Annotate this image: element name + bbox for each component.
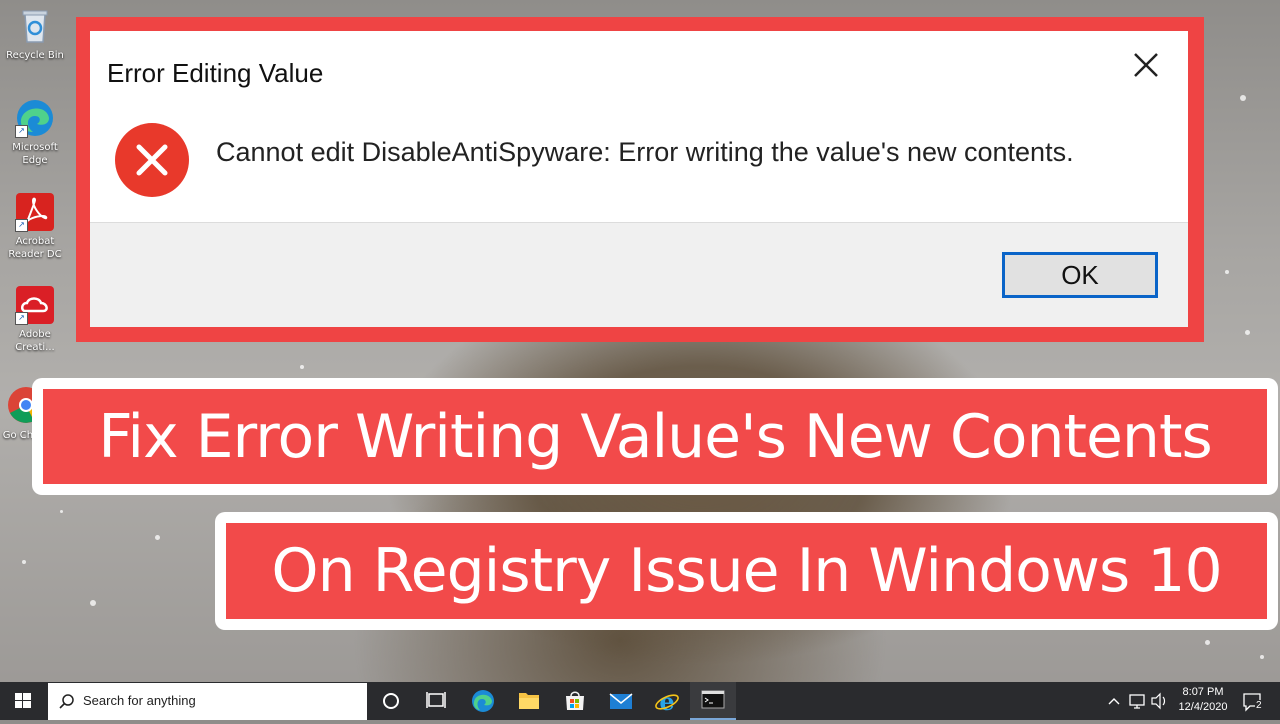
search-placeholder: Search for anything xyxy=(83,693,196,708)
svg-text:e: e xyxy=(659,687,674,716)
close-icon xyxy=(1134,53,1158,77)
banner-background: Fix Error Writing Value's New Contents xyxy=(43,389,1267,484)
cortana-button[interactable] xyxy=(368,682,414,720)
notification-icon xyxy=(1243,693,1261,712)
acrobat-icon: ↗ xyxy=(15,192,55,232)
edge-icon xyxy=(472,690,494,712)
recycle-bin-icon xyxy=(15,6,55,46)
close-button[interactable] xyxy=(1124,43,1168,87)
creative-cloud-icon: ↗ xyxy=(15,285,55,325)
store-icon xyxy=(566,691,584,710)
network-icon xyxy=(1129,694,1145,709)
taskbar-mail-button[interactable] xyxy=(598,682,644,720)
clock-time: 8:07 PM xyxy=(1182,686,1224,698)
task-view-button[interactable] xyxy=(413,682,459,720)
desktop-icon-acrobat[interactable]: ↗ Acrobat Reader DC xyxy=(4,192,66,261)
dialog-highlight-frame: Error Editing Value Cannot edit DisableA… xyxy=(76,17,1204,342)
banner-title-line1: Fix Error Writing Value's New Contents xyxy=(98,401,1212,472)
network-button[interactable] xyxy=(1126,682,1148,720)
banner-title-line2: On Registry Issue In Windows 10 xyxy=(271,536,1222,606)
dialog-footer: OK xyxy=(90,222,1188,327)
task-view-icon xyxy=(426,692,446,708)
desktop-icon-adobe-creative-cloud[interactable]: ↗ Adobe Creati... xyxy=(4,285,66,354)
taskbar-file-explorer-button[interactable] xyxy=(506,682,552,720)
action-center-button[interactable]: 2 xyxy=(1238,682,1268,720)
terminal-icon xyxy=(701,690,725,709)
chevron-up-icon xyxy=(1108,698,1120,705)
desktop-icon-label: Microsoft Edge xyxy=(12,142,58,166)
taskbar: Search for anything e 8:07 PM 12/4/2020 … xyxy=(0,682,1280,720)
taskbar-terminal-button[interactable] xyxy=(690,682,736,720)
show-hidden-icons-button[interactable] xyxy=(1104,682,1124,720)
notification-count-badge: 2 xyxy=(1255,700,1263,711)
search-box[interactable]: Search for anything xyxy=(48,683,367,720)
dialog-message: Cannot edit DisableAntiSpyware: Error wr… xyxy=(216,137,1074,167)
desktop-icon-recycle-bin[interactable]: Recycle Bin xyxy=(4,6,66,62)
volume-button[interactable] xyxy=(1148,682,1170,720)
edge-icon: ↗ xyxy=(15,98,55,138)
windows-logo-icon xyxy=(15,693,31,708)
dialog-title: Error Editing Value xyxy=(107,58,324,88)
start-button[interactable] xyxy=(0,682,46,720)
file-explorer-icon xyxy=(519,693,539,709)
desktop-icon-label: Recycle Bin xyxy=(6,50,64,61)
taskbar-edge-button[interactable] xyxy=(460,682,506,720)
title-banner-line2: On Registry Issue In Windows 10 xyxy=(215,512,1278,630)
clock-date: 12/4/2020 xyxy=(1178,701,1228,713)
desktop-icon-label: Acrobat Reader DC xyxy=(8,236,62,260)
title-banner-line1: Fix Error Writing Value's New Contents xyxy=(32,378,1278,495)
desktop-icon-edge[interactable]: ↗ Microsoft Edge xyxy=(4,98,66,167)
desktop-icon-label: Adobe Creati... xyxy=(15,329,55,353)
mail-icon xyxy=(609,693,633,709)
error-icon xyxy=(115,123,189,197)
internet-explorer-icon: e xyxy=(655,687,679,716)
error-dialog: Error Editing Value Cannot edit DisableA… xyxy=(90,31,1188,327)
ok-button[interactable]: OK xyxy=(1002,252,1158,298)
speaker-icon xyxy=(1151,692,1166,710)
clock[interactable]: 8:07 PM 12/4/2020 xyxy=(1168,685,1238,715)
taskbar-internet-explorer-button[interactable]: e xyxy=(644,682,690,720)
cortana-icon xyxy=(383,693,399,709)
search-icon xyxy=(59,694,74,709)
banner-background: On Registry Issue In Windows 10 xyxy=(226,523,1267,619)
taskbar-store-button[interactable] xyxy=(552,682,598,720)
